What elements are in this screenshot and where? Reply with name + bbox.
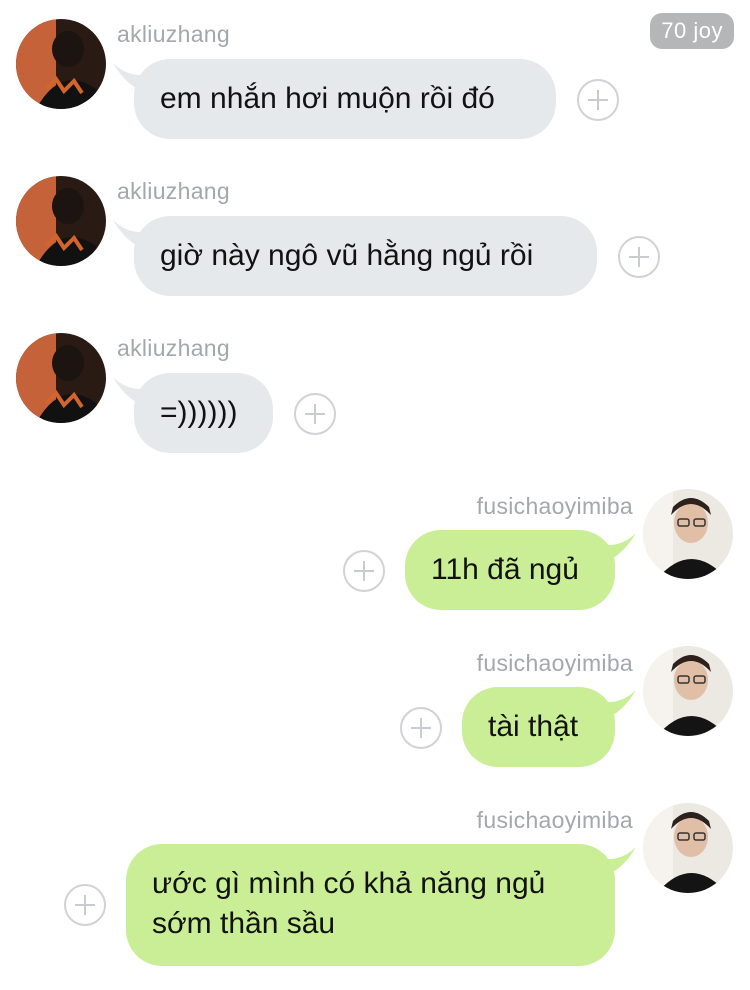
avatar[interactable] <box>16 333 106 423</box>
avatar-photo <box>16 333 106 423</box>
avatar[interactable] <box>643 646 733 736</box>
avatar-photo <box>16 19 106 109</box>
add-reaction-icon[interactable] <box>294 393 336 435</box>
message-row: akliuzhang giờ này ngô vũ hằng ngủ rồi <box>0 157 750 312</box>
message-row: fusichaoyimiba tài thật <box>0 628 750 783</box>
avatar[interactable] <box>16 19 106 109</box>
message-bubble[interactable]: =)))))) <box>134 373 273 453</box>
chat-thread: 70 joy akliuzhang em nhắn hơi muộn rồi đ… <box>0 0 750 990</box>
sender-name: akliuzhang <box>117 178 230 204</box>
message-row: akliuzhang =)))))) <box>0 314 750 469</box>
avatar[interactable] <box>643 489 733 579</box>
add-reaction-icon[interactable] <box>577 79 619 121</box>
avatar-photo <box>16 176 106 266</box>
message-row: akliuzhang em nhắn hơi muộn rồi đó <box>0 0 750 155</box>
message-bubble[interactable]: em nhắn hơi muộn rồi đó <box>134 59 556 139</box>
avatar-photo <box>643 803 733 893</box>
add-reaction-icon[interactable] <box>343 550 385 592</box>
avatar-photo <box>643 646 733 736</box>
message-row: fusichaoyimiba 11h đã ngủ <box>0 471 750 626</box>
sender-name: fusichaoyimiba <box>476 650 633 676</box>
sender-name: akliuzhang <box>117 335 230 361</box>
message-bubble[interactable]: tài thật <box>462 687 615 767</box>
message-bubble[interactable]: ước gì mình có khả năng ngủ sớm thần sầu <box>126 844 615 966</box>
sender-name: fusichaoyimiba <box>476 807 633 833</box>
avatar[interactable] <box>643 803 733 893</box>
message-row: fusichaoyimiba ước gì mình có khả năng n… <box>0 785 750 990</box>
avatar[interactable] <box>16 176 106 266</box>
avatar-photo <box>643 489 733 579</box>
message-bubble[interactable]: giờ này ngô vũ hằng ngủ rồi <box>134 216 597 296</box>
sender-name: fusichaoyimiba <box>476 493 633 519</box>
add-reaction-icon[interactable] <box>618 236 660 278</box>
add-reaction-icon[interactable] <box>64 884 106 926</box>
message-bubble[interactable]: 11h đã ngủ <box>405 530 615 610</box>
add-reaction-icon[interactable] <box>400 707 442 749</box>
sender-name: akliuzhang <box>117 21 230 47</box>
